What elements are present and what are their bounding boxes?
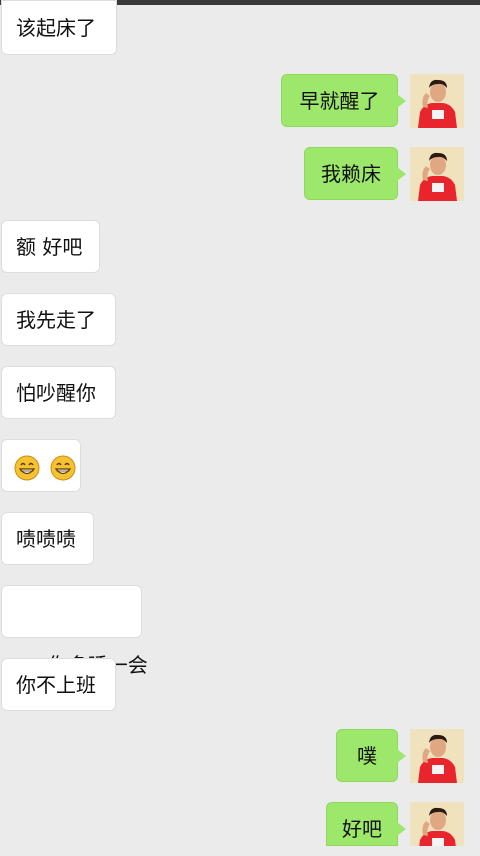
outgoing-message-bubble[interactable]: 早就醒了 — [281, 74, 406, 127]
incoming-message-bubble[interactable]: 啧啧啧 — [1, 512, 94, 565]
person-avatar-icon — [410, 802, 464, 846]
outgoing-message-bubble[interactable]: 我赖床 — [304, 147, 406, 200]
user-avatar[interactable] — [410, 74, 464, 128]
user-avatar[interactable] — [410, 729, 464, 783]
message-text: 该起床了 — [16, 16, 96, 40]
incoming-message-bubble[interactable]: 你不上班 — [1, 658, 116, 711]
message-text: 好吧 — [342, 817, 382, 841]
incoming-message-bubble[interactable]: 你多睡一会 — [1, 585, 148, 677]
grinning-face-icon — [50, 455, 76, 481]
message-text: 怕吵醒你 — [16, 381, 96, 405]
outgoing-message-bubble[interactable]: 噗 — [336, 729, 406, 782]
message-text: 噗 — [357, 744, 377, 768]
grinning-face-icon — [14, 455, 40, 481]
incoming-message-bubble[interactable]: 怕吵醒你 — [1, 366, 116, 419]
message-text: 啧啧啧 — [16, 527, 76, 551]
user-avatar[interactable] — [410, 802, 464, 846]
outgoing-message-bubble[interactable]: 好吧 — [326, 802, 406, 846]
person-avatar-icon — [410, 74, 464, 128]
message-text: 我赖床 — [321, 162, 381, 186]
chat-message-list[interactable]: 该起床了 早就醒了 我赖床 额 好吧 我先走了 怕吵醒你 啧啧啧 你不上班 噗 … — [0, 0, 480, 846]
incoming-message-bubble[interactable]: 我先走了 — [1, 293, 116, 346]
incoming-message-bubble[interactable]: 额 好吧 — [1, 220, 100, 273]
incoming-message-bubble[interactable] — [1, 439, 81, 492]
person-avatar-icon — [410, 147, 464, 201]
incoming-message-bubble[interactable]: 该起床了 — [1, 0, 117, 55]
message-text: 你不上班 — [16, 673, 96, 697]
user-avatar[interactable] — [410, 147, 464, 201]
message-text: 早就醒了 — [299, 89, 380, 113]
person-avatar-icon — [410, 729, 464, 783]
message-text: 额 好吧 — [16, 235, 83, 259]
message-text: 我先走了 — [16, 308, 96, 332]
